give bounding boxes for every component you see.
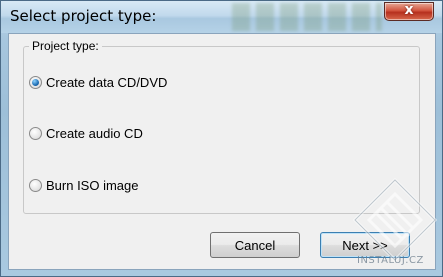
watermark-logo-icon [352,177,438,263]
window-title: Select project type: [10,7,157,25]
dialog-window: Select project type: x Project type: Cre… [0,0,443,277]
radio-button-icon[interactable] [29,127,42,140]
radio-button-checked-icon[interactable] [29,76,42,89]
radio-button-icon[interactable] [29,179,42,192]
option-data-cd[interactable]: Create data CD/DVD [29,75,167,90]
cancel-button[interactable]: Cancel [210,232,300,258]
option-audio-cd[interactable]: Create audio CD [29,126,143,141]
option-label: Burn ISO image [46,178,139,193]
watermark-text: INSTALUJ.CZ [357,255,424,266]
title-bar[interactable]: Select project type: x [1,1,442,33]
option-burn-iso[interactable]: Burn ISO image [29,178,139,193]
option-label: Create data CD/DVD [46,75,168,90]
close-button[interactable]: x [384,2,434,21]
close-icon: x [404,2,414,18]
option-label: Create audio CD [46,126,143,141]
group-label: Project type: [29,39,102,53]
background-app-glimpse [232,3,382,31]
